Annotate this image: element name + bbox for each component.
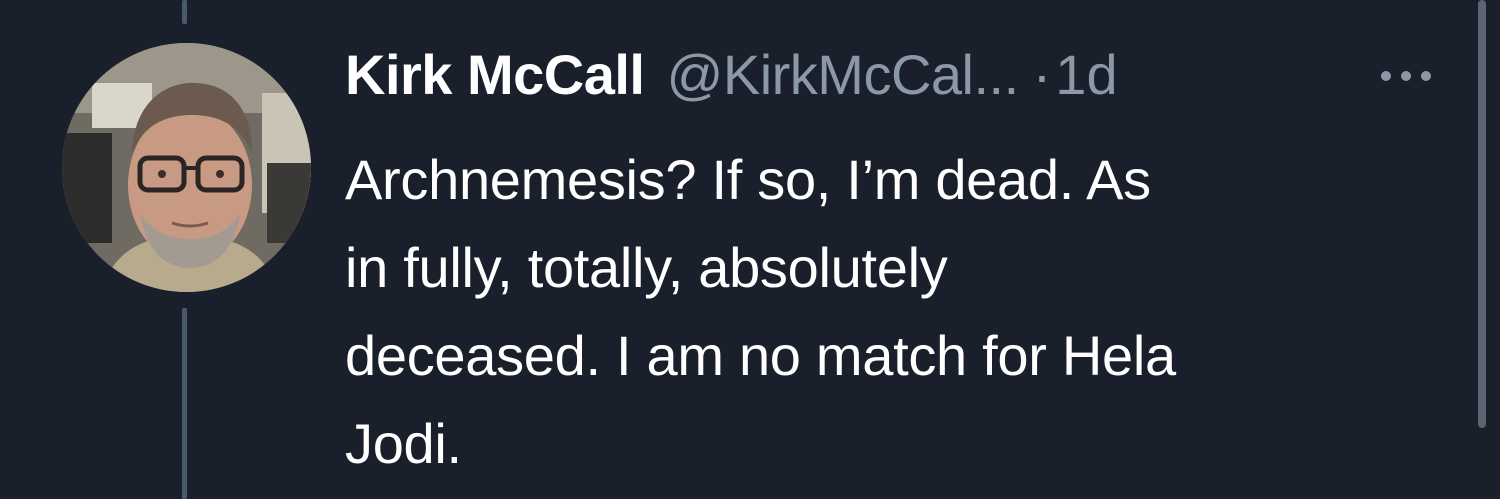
author-name[interactable]: Kirk McCall [345, 42, 645, 107]
thread-line-top [182, 0, 187, 24]
separator-dot: · [1032, 43, 1052, 106]
tweet-text-line: Jodi. [345, 412, 462, 475]
thread-line-bottom [182, 308, 187, 499]
tweet-text-line: deceased. I am no match for Hela [345, 324, 1176, 387]
author-handle[interactable]: @KirkMcCal... [667, 42, 1020, 107]
timestamp[interactable]: 1d [1055, 42, 1117, 107]
scrollbar[interactable] [1478, 0, 1486, 428]
tweet-text: Archnemesis? If so, I’m dead. As in full… [345, 136, 1455, 488]
tweet-header: Kirk McCall @KirkMcCal... · 1d [345, 42, 1118, 112]
avatar[interactable] [62, 43, 311, 292]
tweet-text-line: Archnemesis? If so, I’m dead. As [345, 148, 1151, 211]
avatar-photo [62, 43, 311, 292]
more-horizontal-icon[interactable] [1378, 66, 1434, 86]
tweet-text-line: in fully, totally, absolutely [345, 236, 948, 299]
